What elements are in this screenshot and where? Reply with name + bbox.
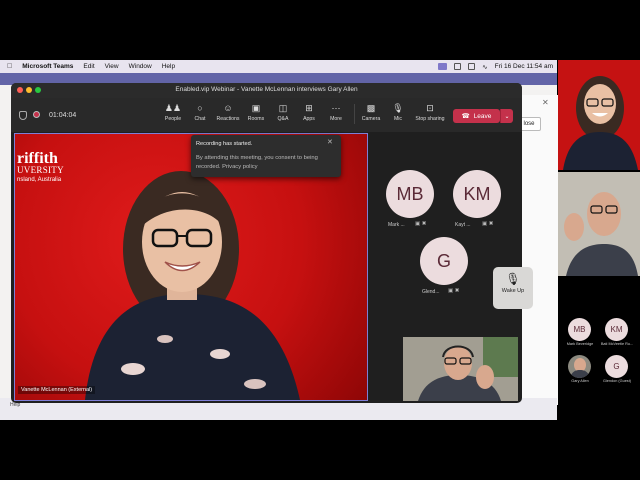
participant-avatar-g[interactable]: G xyxy=(420,237,468,285)
microphone-icon: 🎙 xyxy=(505,272,521,286)
university-logo-line2: UVERSITY xyxy=(17,165,64,175)
stop-sharing-button[interactable]: ⊡ Stop sharing xyxy=(413,103,447,122)
participant-label-km: Kayt ... xyxy=(455,222,471,228)
reactions-label: Reactions xyxy=(216,116,240,122)
rooms-button[interactable]: ▣ Rooms xyxy=(242,103,270,122)
avatar-initials: MB xyxy=(573,325,586,334)
qa-label: Q&A xyxy=(277,116,289,122)
more-label: More xyxy=(330,116,342,122)
leave-label: Leave xyxy=(473,112,492,120)
people-button[interactable]: ♟♟ People xyxy=(159,103,187,122)
side-label-km: Bati McVeetie Ru... xyxy=(600,342,634,346)
avatar-photo xyxy=(570,358,590,378)
mic-icon: 🎙 xyxy=(392,103,404,113)
meeting-toolbar: 01:04:04 ♟♟ People ○ Chat ☺ Reactions ▣ Room… xyxy=(11,98,522,132)
people-icon: ♟♟ xyxy=(164,103,182,113)
stop-sharing-icon: ⊡ xyxy=(426,103,434,113)
chat-icon: ○ xyxy=(197,103,203,113)
menu-view[interactable]: View xyxy=(105,63,119,70)
chat-button[interactable]: ○ Chat xyxy=(186,103,214,122)
apple-icon[interactable]:  xyxy=(7,63,12,70)
reactions-button[interactable]: ☺ Reactions xyxy=(214,103,242,122)
avatar-initials: MB xyxy=(396,183,424,204)
qa-button[interactable]: ◫ Q&A xyxy=(269,103,297,122)
shield-icon xyxy=(19,111,27,120)
qa-icon: ◫ xyxy=(278,103,288,113)
camera-button[interactable]: ▩ Camera xyxy=(357,103,385,122)
participant-avatar-mb[interactable]: MB xyxy=(386,170,434,218)
leave-options-chevron-icon[interactable]: ⌄ xyxy=(500,109,513,123)
self-view-video[interactable] xyxy=(403,337,518,401)
side-label-gary: Gary Allen xyxy=(571,379,589,383)
side-video-illustration xyxy=(563,76,638,170)
avatar-initials: KM xyxy=(610,325,623,334)
notification-body: By attending this meeting, you consent t… xyxy=(196,155,318,170)
more-icon: ⋯ xyxy=(331,103,341,113)
menu-edit[interactable]: Edit xyxy=(83,63,94,70)
participant-label-g: Glend... xyxy=(422,289,440,295)
menu-window[interactable]: Window xyxy=(129,63,152,70)
menu-help[interactable]: Help xyxy=(162,63,175,70)
wake-up-button[interactable]: 🎙 Wake Up xyxy=(493,267,533,309)
participant-label-mb: Mark ... xyxy=(388,222,405,228)
rooms-icon: ▣ xyxy=(251,103,261,113)
meeting-window: Enabled.vip Webinar - Vanette McLennan i… xyxy=(11,83,522,403)
menu-app-name[interactable]: Microsoft Teams xyxy=(22,63,73,70)
menubar-clock[interactable]: Fri 16 Dec 11:54 am xyxy=(495,63,553,70)
grid-icon[interactable] xyxy=(454,63,462,70)
avatar-initials: KM xyxy=(463,183,491,204)
self-view-illustration xyxy=(403,337,518,401)
macos-menubar:  Microsoft Teams Edit View Window Help … xyxy=(0,60,557,73)
avatar-initials: G xyxy=(436,250,451,271)
camera-icon: ▩ xyxy=(366,103,376,113)
notification-title: Recording has started. xyxy=(196,141,253,147)
side-video-vanette[interactable] xyxy=(558,60,640,170)
leave-button[interactable]: ☎ Leave xyxy=(453,109,500,123)
phone-hangup-icon: ☎ xyxy=(461,113,470,120)
side-video-gary[interactable] xyxy=(558,172,640,276)
avatar-initials: G xyxy=(613,362,620,371)
meeting-timer: 01:04:04 xyxy=(49,112,77,119)
control-center-icon[interactable] xyxy=(468,63,476,70)
participant-status-icons: ▣ ✖ xyxy=(482,221,494,227)
wifi-icon[interactable]: ∿ xyxy=(482,63,487,71)
recording-indicator-icon xyxy=(33,111,40,118)
background-side-panel xyxy=(521,95,558,405)
side-avatar-km[interactable]: KM xyxy=(605,318,628,341)
reactions-icon: ☺ xyxy=(223,103,233,113)
chat-label: Chat xyxy=(194,116,206,122)
people-label: People xyxy=(164,116,182,122)
camera-label: Camera xyxy=(361,116,381,122)
rooms-label: Rooms xyxy=(247,116,265,122)
apps-label: Apps xyxy=(303,116,315,122)
stop-sharing-label: Stop sharing xyxy=(415,116,445,122)
mic-label: Mic xyxy=(393,116,403,122)
window-title: Enabled.vip Webinar - Vanette McLennan i… xyxy=(175,86,358,93)
side-label-mb: Mark Beveridge xyxy=(566,342,594,346)
more-button[interactable]: ⋯ More xyxy=(322,103,350,122)
notification-close-icon[interactable]: ✕ xyxy=(327,138,333,146)
side-avatar-gary[interactable] xyxy=(568,355,591,378)
participant-avatar-km[interactable]: KM xyxy=(453,170,501,218)
participant-status-icons: ▣ ✖ xyxy=(415,221,427,227)
side-avatar-g[interactable]: G xyxy=(605,355,628,378)
wake-up-label: Wake Up xyxy=(501,288,525,294)
background-close-icon[interactable]: ✕ xyxy=(542,98,549,107)
side-video-illustration xyxy=(558,172,640,276)
apps-icon: ⊞ xyxy=(305,103,313,113)
meeting-titlebar: Enabled.vip Webinar - Vanette McLennan i… xyxy=(11,83,522,98)
speaker-name-tag: Vanette McLennan (External) xyxy=(18,386,96,394)
apps-button[interactable]: ⊞ Apps xyxy=(295,103,323,122)
participant-status-icons: ▣ ✖ xyxy=(448,288,460,294)
side-label-g: Glendon (Guest) xyxy=(602,379,632,383)
toolbar-divider xyxy=(354,104,355,124)
mic-button[interactable]: 🎙 Mic xyxy=(384,103,412,122)
screen-share-status-icon[interactable] xyxy=(438,63,448,70)
recording-notification: Recording has started. ✕ By attending th… xyxy=(191,135,341,177)
university-logo-line3: nsland, Australia xyxy=(17,177,62,183)
side-avatar-mb[interactable]: MB xyxy=(568,318,591,341)
